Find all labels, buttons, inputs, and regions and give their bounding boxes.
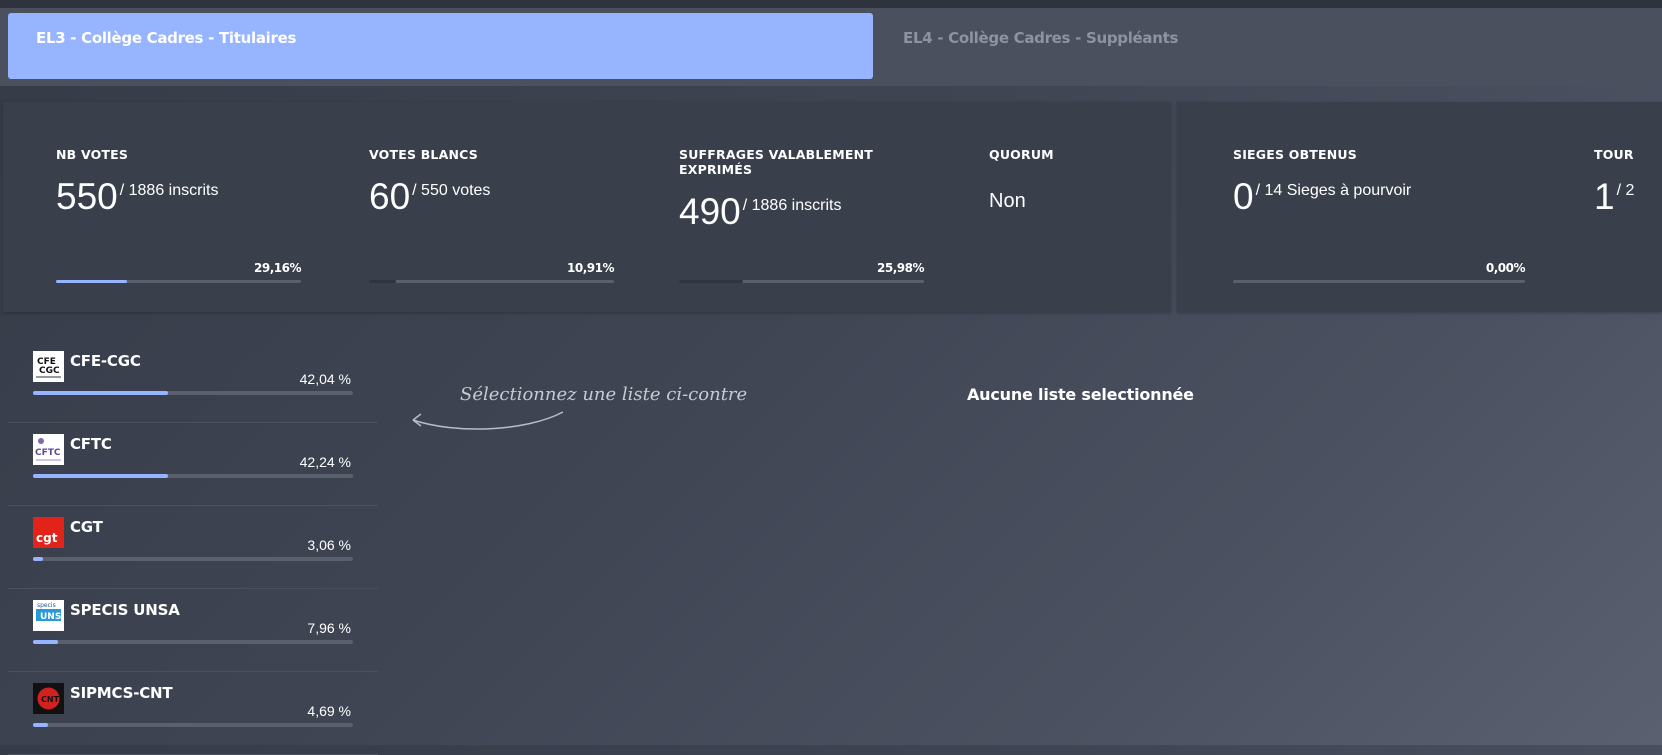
party-name: CFTC xyxy=(70,435,112,453)
list-item-cgt[interactable]: cgt CGT 3,06 % xyxy=(8,506,378,589)
stat-percent: 25,98% xyxy=(877,261,924,275)
list-item-sipmcs-cnt[interactable]: CNT SIPMCS-CNT 4,69 % xyxy=(8,672,378,755)
tab-el4[interactable]: EL4 - Collège Cadres - Suppléants xyxy=(875,13,1655,79)
stat-sub: / 14 Sieges à pourvoir xyxy=(1255,182,1412,199)
specis-unsa-logo: UNSA specis xyxy=(33,600,64,631)
stat-label: TOUR xyxy=(1594,147,1634,162)
tab-el3[interactable]: EL3 - Collège Cadres - Titulaires xyxy=(8,13,873,79)
cfe-cgc-logo: CFE CGC xyxy=(33,351,64,382)
progress-fill xyxy=(56,280,128,283)
progress-bar xyxy=(1233,280,1525,283)
party-percent: 7,96 % xyxy=(307,620,351,636)
seats-panel: SIEGES OBTENUS 0/ 14 Sieges à pourvoir 0… xyxy=(1177,102,1662,312)
party-bar xyxy=(33,557,353,561)
party-bar xyxy=(33,474,353,478)
stat-label: QUORUM xyxy=(989,147,1054,162)
party-name: SPECIS UNSA xyxy=(70,601,180,619)
stat-votes-blancs: VOTES BLANCS 60/ 550 votes 10,91% xyxy=(369,147,614,283)
list-item-cfe-cgc[interactable]: CFE CGC CFE-CGC 42,04 % xyxy=(8,340,378,423)
party-bar xyxy=(33,723,353,727)
svg-text:cgt: cgt xyxy=(36,531,58,545)
stat-percent: 29,16% xyxy=(254,261,301,275)
stat-quorum: QUORUM Non xyxy=(989,147,1139,213)
party-bar xyxy=(33,640,353,644)
party-percent: 3,06 % xyxy=(307,537,351,553)
stat-percent: 0,00% xyxy=(1485,261,1526,275)
progress-bar xyxy=(679,280,924,283)
stat-nb-votes: NB VOTES 550/ 1886 inscrits 29,16% xyxy=(56,147,301,283)
svg-text:specis: specis xyxy=(37,602,56,609)
progress-fill xyxy=(679,280,743,283)
stat-value: 0 xyxy=(1233,176,1254,217)
svg-text:CGC: CGC xyxy=(39,366,60,376)
progress-bar xyxy=(56,280,301,283)
party-bar-fill xyxy=(33,474,169,478)
list-item-specis-unsa[interactable]: UNSA specis SPECIS UNSA 7,96 % xyxy=(8,589,378,672)
party-bar-fill xyxy=(33,723,48,727)
stat-label: SUFFRAGES VALABLEMENT EXPRIMÉS xyxy=(679,147,874,177)
party-percent: 4,69 % xyxy=(307,703,351,719)
stat-sieges: SIEGES OBTENUS 0/ 14 Sieges à pourvoir 0… xyxy=(1233,147,1526,283)
stat-value: 1 xyxy=(1594,176,1615,217)
stat-value: Non xyxy=(989,190,1026,212)
stat-percent: 10,91% xyxy=(567,261,614,275)
stat-label: SIEGES OBTENUS xyxy=(1233,147,1357,162)
party-list: CFE CGC CFE-CGC 42,04 % CFTC CFTC 42,24 … xyxy=(8,340,378,755)
no-selection-message: Aucune liste selectionnée xyxy=(967,385,1194,404)
progress-fill xyxy=(369,280,396,283)
stat-value: 550 xyxy=(56,176,118,217)
list-item-cftc[interactable]: CFTC CFTC 42,24 % xyxy=(8,423,378,506)
party-name: CGT xyxy=(70,518,103,536)
stat-sub: / 2 xyxy=(1616,182,1635,199)
svg-text:CFTC: CFTC xyxy=(35,448,61,458)
party-bar-fill xyxy=(33,391,168,395)
svg-text:UNSA: UNSA xyxy=(40,612,64,622)
cgt-logo: cgt xyxy=(33,517,64,548)
stats-panel: NB VOTES 550/ 1886 inscrits 29,16% VOTES… xyxy=(3,102,1171,312)
stat-tour: TOUR 1/ 2 xyxy=(1594,147,1654,218)
party-bar-fill xyxy=(33,640,59,644)
svg-text:CNT: CNT xyxy=(41,695,60,704)
cftc-logo: CFTC xyxy=(33,434,64,465)
election-tabs: EL3 - Collège Cadres - Titulaires EL4 - … xyxy=(0,8,1662,86)
party-bar xyxy=(33,391,353,395)
party-name: CFE-CGC xyxy=(70,352,141,370)
stat-value: 490 xyxy=(679,191,741,232)
stat-sub: / 1886 inscrits xyxy=(119,182,219,199)
curved-arrow-icon xyxy=(412,411,564,430)
top-strip xyxy=(0,0,1662,8)
party-percent: 42,24 % xyxy=(299,454,351,470)
party-percent: 42,04 % xyxy=(299,371,351,387)
stat-value: 60 xyxy=(369,176,411,217)
stat-label: VOTES BLANCS xyxy=(369,147,478,162)
sipmcs-cnt-logo: CNT xyxy=(33,683,64,714)
party-name: SIPMCS-CNT xyxy=(70,684,173,702)
stat-sub: / 550 votes xyxy=(412,182,491,199)
party-bar-fill xyxy=(33,557,43,561)
stat-sub: / 1886 inscrits xyxy=(742,197,842,214)
progress-bar xyxy=(369,280,614,283)
stat-suffrages: SUFFRAGES VALABLEMENT EXPRIMÉS 490/ 1886… xyxy=(679,147,924,283)
stat-label: NB VOTES xyxy=(56,147,129,162)
